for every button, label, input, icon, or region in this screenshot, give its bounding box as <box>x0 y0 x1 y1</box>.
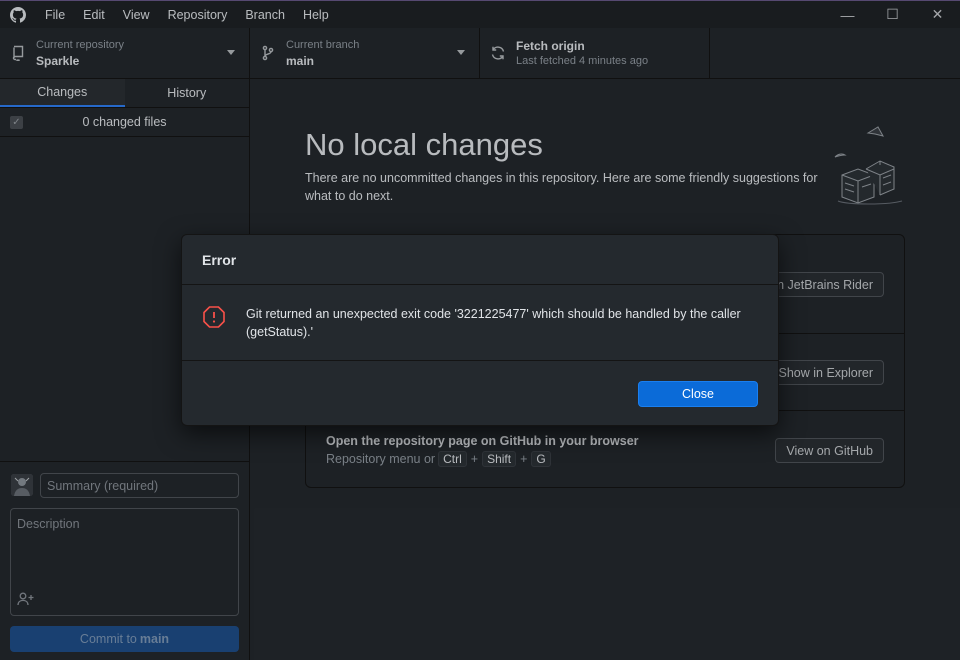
error-message: Git returned an unexpected exit code '32… <box>246 307 741 339</box>
error-dialog: Error Git returned an unexpected exit co… <box>181 234 779 426</box>
error-icon <box>202 305 226 332</box>
dialog-body: Git returned an unexpected exit code '32… <box>182 285 778 361</box>
close-button[interactable]: Close <box>638 381 758 407</box>
dialog-header: Error <box>182 235 778 285</box>
dialog-footer: Close <box>182 361 778 425</box>
dialog-title: Error <box>202 251 237 268</box>
